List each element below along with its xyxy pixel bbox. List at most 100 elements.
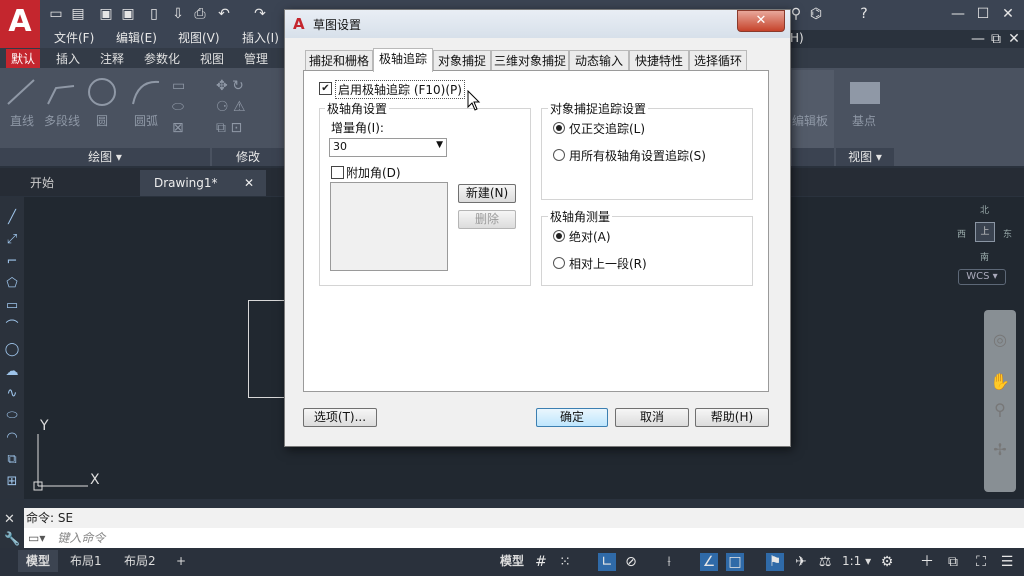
increment-angle-select[interactable]: 30 ▼ <box>329 138 447 157</box>
ribbon-tab-annotate[interactable]: 注释 <box>100 50 124 68</box>
all-polar-radio[interactable] <box>553 149 565 161</box>
steering-wheel-icon[interactable]: ◎ <box>990 330 1010 350</box>
dialog-close-button[interactable]: ✕ <box>737 10 785 32</box>
plot-icon[interactable]: ⎙ <box>192 6 208 22</box>
help-icon[interactable]: ? <box>856 6 872 22</box>
osnap-track-icon[interactable]: ∠ <box>700 553 718 571</box>
minimize-button[interactable]: — <box>950 6 966 22</box>
tab-object-snap[interactable]: 对象捕捉 <box>433 50 491 71</box>
viewcube-south[interactable]: 南 <box>980 250 989 263</box>
doc-tab-close-icon[interactable]: ✕ <box>244 170 254 196</box>
help-button[interactable]: 帮助(H) <box>695 408 769 427</box>
menu-file[interactable]: 文件(F) <box>54 30 94 46</box>
add-layout-button[interactable]: + <box>176 550 186 572</box>
ribbon-tab-insert[interactable]: 插入 <box>56 50 80 68</box>
relative-last-segment-label[interactable]: 相对上一段(R) <box>569 255 647 272</box>
polyline-tool[interactable]: 多段线 <box>44 112 80 129</box>
ellipse-tool-icon[interactable]: ⬭ <box>4 408 20 424</box>
viewcube-face[interactable]: 上 <box>975 222 995 242</box>
application-menu-button[interactable]: A <box>0 0 40 48</box>
save-icon[interactable]: ▣ <box>98 6 114 22</box>
open-file-icon[interactable]: ▤ <box>70 6 86 22</box>
doc-close-button[interactable]: ✕ <box>1006 31 1022 47</box>
modify-panel-title[interactable]: 修改 <box>212 148 284 166</box>
arc-tool-icon[interactable]: ⌒ <box>4 320 20 336</box>
ribbon-tab-parametric[interactable]: 参数化 <box>144 50 180 68</box>
menu-help-fragment[interactable]: H) <box>790 30 804 46</box>
cancel-button[interactable]: 取消 <box>615 408 689 427</box>
ribbon-tab-view[interactable]: 视图 <box>200 50 224 68</box>
command-input[interactable]: ▭▾ 键入命令 <box>24 528 1024 548</box>
document-icon[interactable]: ▯ <box>146 6 162 22</box>
customize-menu-icon[interactable]: ☰ <box>998 553 1016 571</box>
polyline-tool-icon[interactable]: ⌐ <box>4 254 20 270</box>
tab-quick-properties[interactable]: 快捷特性 <box>629 50 689 71</box>
circle-tool-icon[interactable]: ◯ <box>4 342 20 358</box>
layout1-tab[interactable]: 布局1 <box>70 550 102 572</box>
new-angle-button[interactable]: 新建(N) <box>458 184 516 203</box>
rectangle-tool-icon[interactable]: ▭ <box>4 298 20 314</box>
absolute-radio[interactable] <box>553 230 565 242</box>
line-tool-icon[interactable]: ╱ <box>4 210 20 226</box>
ribbon-tab-manage[interactable]: 管理 <box>244 50 268 68</box>
isodraft-icon[interactable]: ⟊ <box>660 553 678 571</box>
model-tab[interactable]: 模型 <box>18 550 58 572</box>
enable-polar-checkbox[interactable]: ✔ <box>319 82 332 95</box>
viewcube-east[interactable]: 东 <box>1003 227 1012 240</box>
doc-minimize-button[interactable]: — <box>970 31 986 47</box>
ok-button[interactable]: 确定 <box>536 408 608 427</box>
clipboard-tool[interactable]: 编辑板 <box>792 112 828 129</box>
revcloud-tool-icon[interactable]: ☁ <box>4 364 20 380</box>
pan-icon[interactable]: ✋ <box>990 372 1010 392</box>
menu-view[interactable]: 视图(V) <box>178 30 220 46</box>
scale-dropdown[interactable]: 1:1 ▾ <box>842 550 871 572</box>
additional-angles-checkbox[interactable] <box>331 166 344 179</box>
insert-block-icon[interactable]: ⧉ <box>4 452 20 468</box>
share-icon[interactable]: ⌬ <box>808 6 824 22</box>
model-space-button[interactable]: 模型 <box>500 550 524 572</box>
wcs-menu[interactable]: WCS ▾ <box>958 269 1006 285</box>
command-close-icon[interactable]: ✕ <box>4 512 15 527</box>
auto-scale-icon[interactable]: ✈ <box>792 553 810 571</box>
line-tool[interactable]: 直线 <box>10 112 34 129</box>
ortho-icon[interactable]: ∟ <box>598 553 616 571</box>
construction-line-icon[interactable]: ⤢ <box>4 232 20 248</box>
redo-icon[interactable]: ↷ <box>252 6 268 22</box>
annotation-visibility-icon[interactable]: ⚑ <box>766 553 784 571</box>
isolate-icon[interactable]: ⧉ <box>944 553 962 571</box>
view-panel-title[interactable]: 视图 ▾ <box>836 148 894 166</box>
grid-icon[interactable]: # <box>532 553 550 571</box>
make-block-icon[interactable]: ⊞ <box>4 474 20 490</box>
publish-icon[interactable]: ⇩ <box>170 6 186 22</box>
delete-angle-button[interactable]: 删除 <box>458 210 516 229</box>
command-prompt-icon[interactable]: ▭▾ <box>28 531 45 545</box>
workspace-gear-icon[interactable]: ⚙ <box>878 553 896 571</box>
snap-icon[interactable]: ⁙ <box>556 553 574 571</box>
doc-tab-start[interactable]: 开始 <box>22 170 122 196</box>
draw-panel-title[interactable]: 绘图 ▾ <box>0 148 210 166</box>
all-polar-label[interactable]: 用所有极轴角设置追踪(S) <box>569 147 706 164</box>
save-as-icon[interactable]: ▣ <box>120 6 136 22</box>
orthogonal-only-radio[interactable] <box>553 122 565 134</box>
doc-restore-button[interactable]: ⧉ <box>988 31 1004 47</box>
maximize-button[interactable]: ☐ <box>975 6 991 22</box>
orbit-icon[interactable]: ✢ <box>990 440 1010 460</box>
absolute-label[interactable]: 绝对(A) <box>569 228 611 245</box>
polar-icon[interactable]: ⊘ <box>622 553 640 571</box>
doc-tab-drawing[interactable]: Drawing1* ✕ <box>140 170 266 196</box>
enable-polar-label[interactable]: 启用极轴追踪 (F10)(P) <box>335 80 465 99</box>
tab-3d-object-snap[interactable]: 三维对象捕捉 <box>491 50 569 71</box>
relative-last-segment-radio[interactable] <box>553 257 565 269</box>
annotation-scale-icon[interactable]: ⚖ <box>816 553 834 571</box>
tab-selection-cycling[interactable]: 选择循环 <box>689 50 747 71</box>
close-button[interactable]: ✕ <box>1000 6 1016 22</box>
layout2-tab[interactable]: 布局2 <box>124 550 156 572</box>
viewcube-west[interactable]: 西 <box>957 227 966 240</box>
ribbon-tab-default[interactable]: 默认 <box>6 49 40 69</box>
tab-polar-tracking[interactable]: 极轴追踪 <box>373 48 433 72</box>
options-button[interactable]: 选项(T)... <box>303 408 377 427</box>
tab-snap-grid[interactable]: 捕捉和栅格 <box>305 50 373 71</box>
arc-tool[interactable]: 圆弧 <box>134 112 158 129</box>
menu-insert[interactable]: 插入(I) <box>242 30 279 46</box>
menu-edit[interactable]: 编辑(E) <box>116 30 157 46</box>
